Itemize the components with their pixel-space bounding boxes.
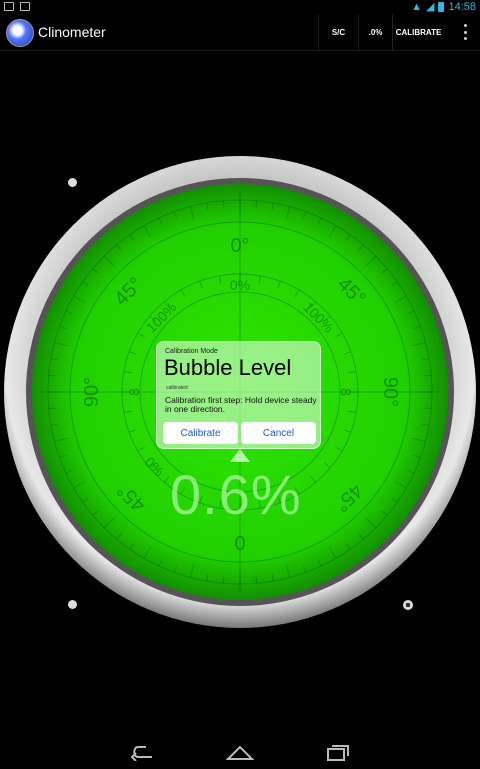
calibration-dialog: Calibration Mode Bubble Level calibrated…: [156, 341, 321, 449]
dial-tick: [48, 407, 56, 410]
dial-tick: [222, 200, 225, 208]
dial-tick: [48, 374, 56, 377]
dialog-status: calibrated: [166, 385, 188, 391]
incline-reading: 0.6%: [170, 463, 302, 526]
inner-label-3: 8: [126, 388, 142, 396]
dial-tick: [255, 200, 258, 208]
dial-tick: [222, 576, 225, 584]
outer-label-2: 90°: [379, 377, 401, 407]
outer-label-6: 90°: [81, 377, 103, 407]
dial-tick: [255, 576, 258, 584]
inner-label-0: 0%: [230, 277, 250, 293]
outer-label-4: 0: [234, 531, 245, 553]
dialog-title: Bubble Level: [164, 355, 292, 380]
outer-label-0: 0°: [230, 235, 249, 257]
dialog-calibrate-button[interactable]: Calibrate: [163, 422, 238, 444]
dialog-mode: Calibration Mode: [165, 348, 218, 355]
dial-tick: [424, 407, 432, 410]
inner-label-2: 8: [338, 388, 354, 396]
nav-bar: [0, 735, 480, 769]
recents-icon[interactable]: [326, 743, 350, 761]
dialog-cancel-button[interactable]: Cancel: [241, 422, 316, 444]
dialog-message: Calibration first step: Hold device stea…: [165, 395, 317, 414]
home-icon[interactable]: [226, 743, 254, 761]
back-icon[interactable]: [130, 743, 156, 761]
dial-tick: [424, 374, 432, 377]
